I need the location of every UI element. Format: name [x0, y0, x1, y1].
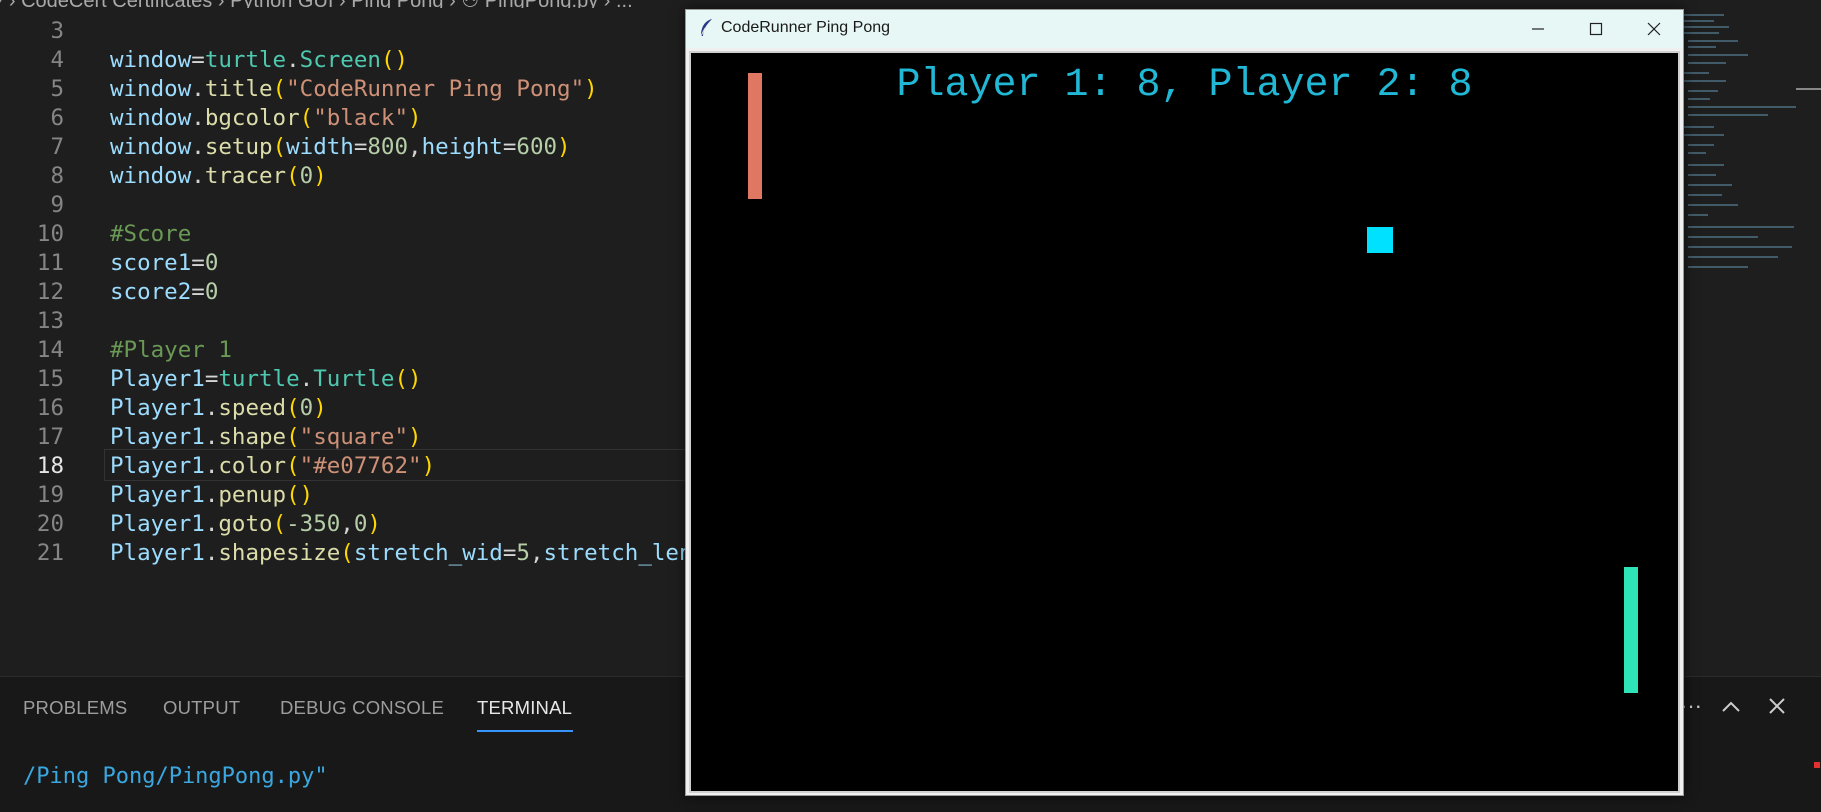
score-display: Player 1: 8, Player 2: 8: [896, 63, 1473, 108]
close-icon[interactable]: [1768, 695, 1786, 721]
tab-output[interactable]: OUTPUT: [163, 697, 240, 719]
tab-debug-console[interactable]: DEBUG CONSOLE: [280, 697, 444, 719]
breadcrumb[interactable]: ⁄ › CodeCert Certificates › Python GUI ›…: [0, 0, 1821, 8]
player1-paddle: [748, 73, 762, 199]
player2-paddle: [1624, 567, 1638, 693]
active-tab-indicator: [477, 730, 573, 732]
ball: [1367, 227, 1393, 253]
scrollbar-marker[interactable]: [1796, 88, 1821, 90]
minimap[interactable]: [1684, 14, 1796, 274]
window-titlebar[interactable]: CodeRunner Ping Pong: [686, 10, 1683, 48]
game-canvas[interactable]: Player 1: 8, Player 2: 8: [689, 51, 1680, 793]
tab-problems[interactable]: PROBLEMS: [23, 697, 127, 719]
feather-icon: [698, 18, 716, 38]
chevron-up-icon[interactable]: [1720, 695, 1742, 721]
game-window[interactable]: CodeRunner Ping Pong Player 1: 8, Player…: [685, 9, 1684, 796]
close-window-button[interactable]: [1625, 10, 1683, 48]
minimize-button[interactable]: [1509, 10, 1567, 48]
line-number: 21: [36, 540, 64, 566]
maximize-button[interactable]: [1567, 10, 1625, 48]
tab-terminal[interactable]: TERMINAL: [477, 697, 572, 719]
window-title: CodeRunner Ping Pong: [721, 19, 891, 36]
status-indicator: [1814, 762, 1820, 768]
code-text: Player1.shapesize(stretch_wid=5,stretch_…: [110, 540, 733, 566]
terminal-output[interactable]: /Ping Pong/PingPong.py": [23, 764, 328, 789]
